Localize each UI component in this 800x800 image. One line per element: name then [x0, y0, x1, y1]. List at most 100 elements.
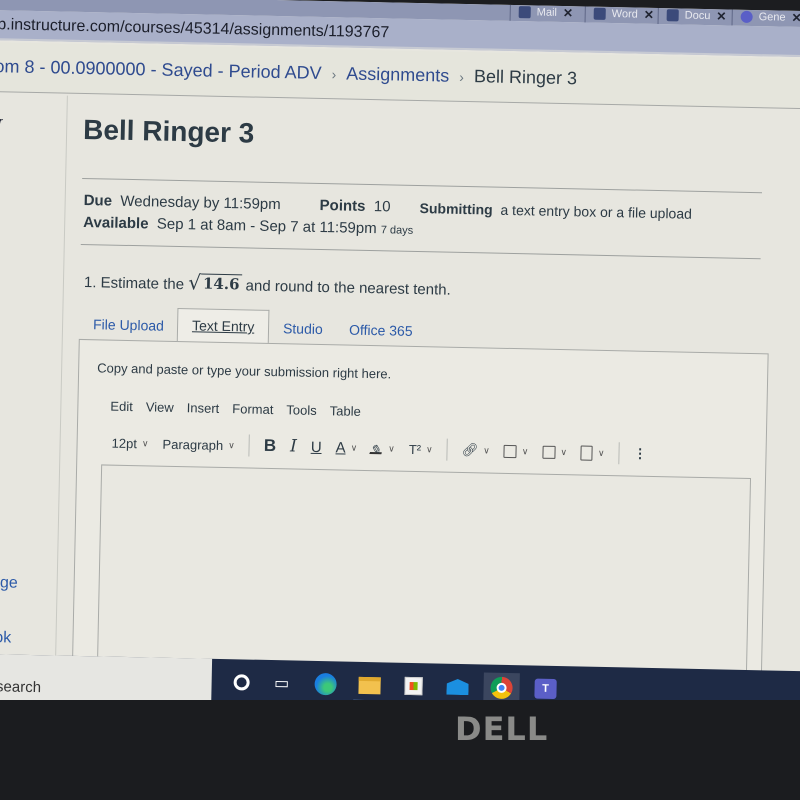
- menu-format[interactable]: Format: [232, 401, 273, 417]
- italic-button[interactable]: I: [290, 436, 297, 456]
- text-color-button[interactable]: A ∨: [335, 439, 357, 456]
- underline-button[interactable]: U: [311, 438, 322, 455]
- tab-label: Docu: [684, 9, 711, 23]
- superscript-icon: T²: [408, 441, 422, 457]
- submitting-value: a text entry box or a file upload: [500, 201, 693, 222]
- breadcrumb-current: Bell Ringer 3: [473, 66, 578, 89]
- edge-icon: [314, 672, 337, 696]
- page-title: Bell Ringer 3: [82, 113, 255, 149]
- due-label: Due: [83, 192, 113, 210]
- link-icon: 🔗︎: [461, 441, 479, 458]
- mail-button[interactable]: [439, 672, 476, 703]
- browser-tab-gene[interactable]: Gene ✕: [731, 7, 800, 28]
- chevron-down-icon: ∨: [521, 445, 529, 456]
- toolbar-divider: [248, 434, 251, 457]
- cortana-icon: [233, 674, 250, 691]
- chevron-down-icon: ∨: [228, 439, 235, 450]
- editor-toolbar: 12pt ∨ Paragraph ∨ B I U A ∨ ✎ ∨ T² ∨ 🔗︎…: [111, 429, 660, 468]
- nav-item-gradebook[interactable]: book: [0, 629, 11, 648]
- toolbar-divider: [618, 442, 620, 465]
- question-text: 1. Estimate the √ 14.6 and round to the n…: [83, 270, 451, 298]
- menu-table[interactable]: Table: [330, 403, 361, 419]
- cortana-button[interactable]: [223, 667, 260, 698]
- tab-label: Mail: [536, 6, 558, 19]
- breadcrumb-course[interactable]: om 8 - 00.0900000 - Sayed - Period ADV: [0, 56, 322, 84]
- radical-sign: √: [187, 270, 202, 295]
- laptop-bezel: [0, 700, 800, 800]
- chevron-down-icon: ∨: [560, 446, 568, 457]
- browser-tab-docu[interactable]: Docu ✕: [657, 5, 735, 26]
- square-root: √ 14.6: [187, 270, 242, 295]
- points: Points 10: [319, 195, 390, 218]
- available-days: 7 days: [380, 224, 414, 237]
- block-format-dropdown[interactable]: Paragraph ∨: [162, 436, 235, 453]
- highlight-color-button[interactable]: ✎ ∨: [368, 442, 395, 457]
- chevron-down-icon: ∨: [597, 447, 605, 458]
- chevron-down-icon: ∨: [350, 442, 358, 453]
- more-options-button[interactable]: ⋮: [633, 446, 646, 462]
- close-icon[interactable]: ✕: [563, 6, 573, 20]
- outlook-icon: [518, 6, 531, 19]
- taskbar-search[interactable]: o search: [0, 653, 213, 705]
- menu-tools[interactable]: Tools: [286, 402, 317, 418]
- nav-item-percentage[interactable]: ntage: [0, 574, 18, 593]
- tab-label: Gene: [758, 11, 786, 24]
- assignment-details: Due Wednesday by 11:59pm Points 10 Submi…: [83, 190, 764, 248]
- word-icon: [593, 7, 606, 20]
- points-label: Points: [319, 196, 366, 215]
- nav-item-year[interactable]: ear: [0, 116, 2, 127]
- file-explorer-button[interactable]: [351, 670, 388, 703]
- chrome-icon: [490, 676, 513, 700]
- breadcrumb-assignments[interactable]: Assignments: [346, 63, 449, 86]
- tab-studio[interactable]: Studio: [269, 316, 337, 345]
- dell-logo: DELL: [455, 710, 549, 748]
- menu-view[interactable]: View: [146, 399, 174, 415]
- media-icon: [542, 445, 556, 459]
- store-icon: [404, 676, 423, 696]
- teams-icon: T: [534, 678, 557, 700]
- tab-label: Word: [611, 8, 638, 21]
- link-button[interactable]: 🔗︎ ∨: [462, 442, 490, 459]
- menu-edit[interactable]: Edit: [110, 399, 133, 414]
- font-size-dropdown[interactable]: 12pt ∨: [111, 435, 148, 451]
- store-button[interactable]: [395, 671, 432, 702]
- available-label: Available: [83, 214, 149, 233]
- divider: [80, 243, 761, 260]
- media-button[interactable]: ∨: [542, 445, 567, 459]
- chevron-right-icon: ›: [459, 68, 465, 85]
- task-view-icon: ▭: [273, 675, 290, 693]
- browser-tab-word[interactable]: Word ✕: [584, 4, 663, 25]
- course-nav: ear ts ns ntage book: [0, 93, 68, 716]
- close-icon[interactable]: ✕: [644, 8, 654, 22]
- font-size-value: 12pt: [111, 435, 138, 451]
- document-button[interactable]: ∨: [580, 444, 605, 461]
- editor-menubar: Edit View Insert Format Tools Table: [110, 399, 361, 419]
- tab-file-upload[interactable]: File Upload: [79, 312, 178, 342]
- folder-icon: [358, 676, 381, 694]
- radicand: 14.6: [200, 273, 242, 294]
- document-icon: [580, 444, 594, 461]
- tab-office-365[interactable]: Office 365: [335, 317, 427, 347]
- close-icon[interactable]: ✕: [716, 9, 726, 23]
- question-prefix: 1. Estimate the: [83, 274, 185, 294]
- image-button[interactable]: ∨: [503, 444, 529, 458]
- chevron-down-icon: ∨: [426, 443, 433, 454]
- word-doc-icon: [666, 9, 679, 22]
- tab-text-entry[interactable]: Text Entry: [176, 307, 270, 344]
- toolbar-divider: [446, 438, 448, 461]
- task-view-button[interactable]: ▭: [263, 668, 300, 699]
- teams-icon: [740, 10, 753, 23]
- chrome-button[interactable]: [483, 672, 520, 706]
- chevron-down-icon: ∨: [388, 442, 395, 454]
- chevron-down-icon: ∨: [141, 437, 149, 448]
- url-text[interactable]: b.instructure.com/courses/45314/assignme…: [0, 16, 389, 42]
- close-icon[interactable]: ✕: [791, 11, 800, 25]
- superscript-button[interactable]: T² ∨: [409, 441, 433, 456]
- browser-tab-mail[interactable]: Mail ✕: [509, 2, 582, 23]
- block-format-value: Paragraph: [162, 436, 224, 453]
- edge-button[interactable]: [307, 669, 344, 700]
- menu-insert[interactable]: Insert: [187, 400, 220, 416]
- bold-button[interactable]: B: [264, 436, 277, 456]
- available-value: Sep 1 at 8am - Sep 7 at 11:59pm: [156, 215, 377, 238]
- divider: [82, 177, 763, 194]
